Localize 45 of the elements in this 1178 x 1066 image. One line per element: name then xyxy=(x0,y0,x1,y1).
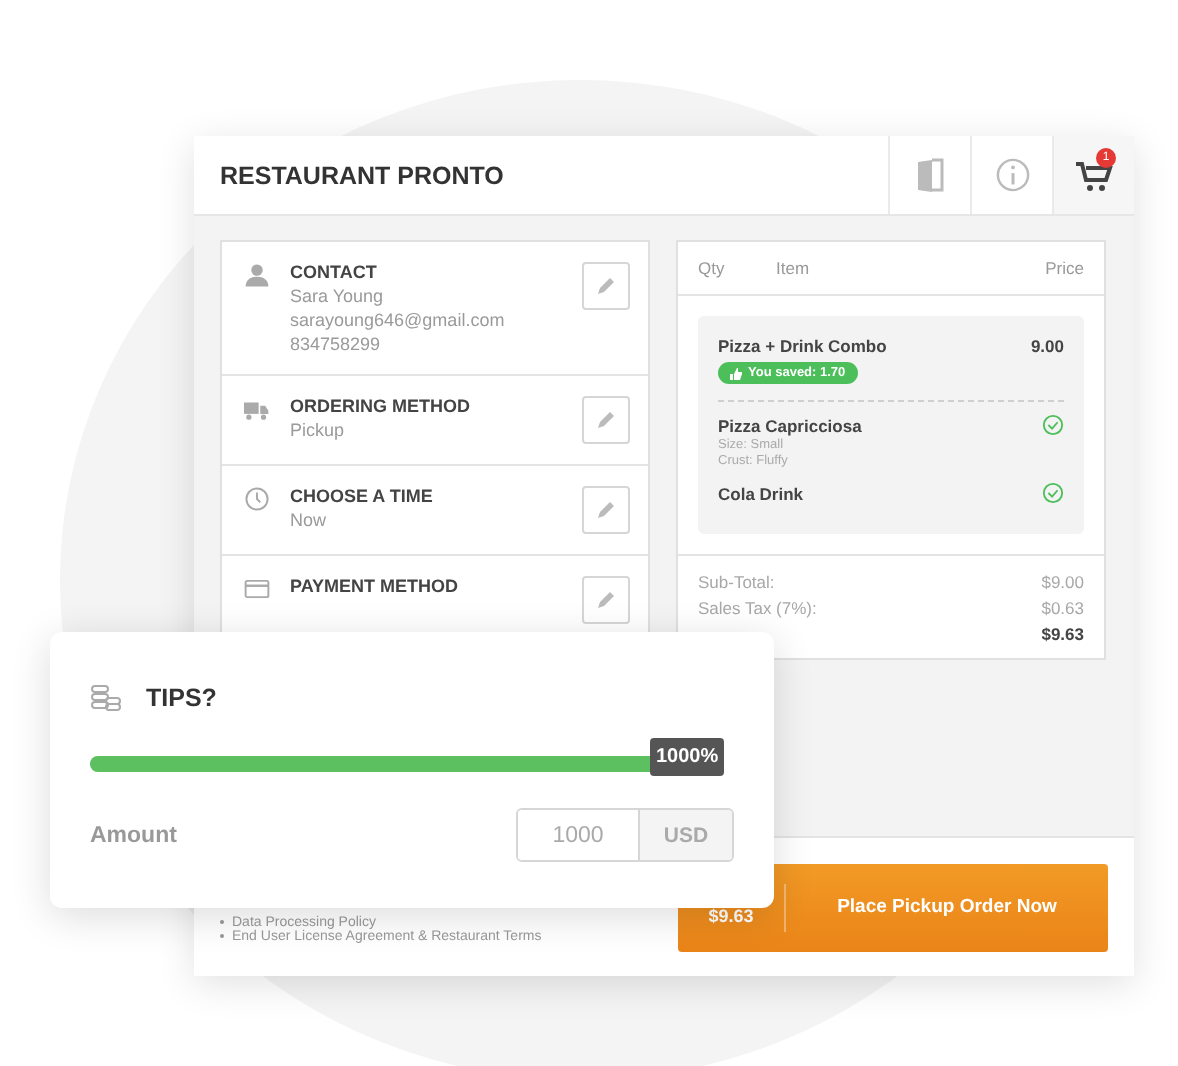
section-title: CHOOSE A TIME xyxy=(290,486,435,506)
edit-button[interactable] xyxy=(582,396,630,444)
pencil-icon xyxy=(596,276,616,296)
item-name: Pizza Capricciosa xyxy=(718,415,862,435)
section-title: CONTACT xyxy=(290,262,379,282)
menu-book-button[interactable] xyxy=(888,136,970,214)
section-title: ORDERING METHOD xyxy=(290,396,472,416)
section-value: Sara Young xyxy=(290,286,386,306)
book-icon xyxy=(916,157,944,193)
person-icon xyxy=(244,262,270,288)
section-value: 834758299 xyxy=(290,334,383,354)
restaurant-title: RESTAURANT PRONTO xyxy=(218,159,506,193)
section-title: PAYMENT METHOD xyxy=(290,576,461,596)
item-price: 9.00 xyxy=(1030,336,1064,356)
card-icon xyxy=(244,576,270,602)
total-value: $9.00 xyxy=(1041,572,1084,592)
cart-icon xyxy=(1074,157,1114,193)
edit-button[interactable] xyxy=(582,486,630,534)
total-label: Sub-Total: xyxy=(698,572,775,592)
clock-icon xyxy=(244,486,270,512)
pencil-icon xyxy=(596,590,616,610)
thumbs-up-icon xyxy=(730,367,742,379)
total-value: $0.63 xyxy=(1041,598,1084,618)
slider-value-tooltip: 1000% xyxy=(650,738,725,776)
tips-title: TIPS? xyxy=(146,684,217,712)
section-value: sarayoung646@gmail.com xyxy=(290,310,507,330)
edit-button[interactable] xyxy=(582,262,630,310)
info-button[interactable] xyxy=(970,136,1052,214)
total-value: $9.63 xyxy=(1041,624,1084,644)
section-value: Pickup xyxy=(290,420,347,440)
item-name: Pizza + Drink Combo xyxy=(718,336,887,356)
pencil-icon xyxy=(596,500,616,520)
info-icon xyxy=(995,158,1029,192)
pencil-icon xyxy=(596,410,616,430)
amount-label: Amount xyxy=(90,823,177,847)
item-name: Cola Drink xyxy=(718,483,804,503)
total-label: Sales Tax (7%): xyxy=(698,598,817,618)
edit-button[interactable] xyxy=(582,576,630,624)
section-value: Now xyxy=(290,510,329,530)
column-header: Price xyxy=(1045,258,1084,278)
column-header: Item xyxy=(776,258,810,278)
coins-icon xyxy=(90,684,122,712)
column-header: Qty xyxy=(698,258,727,278)
currency-label: USD xyxy=(638,810,732,860)
amount-field[interactable]: 1000 USD xyxy=(516,808,734,862)
